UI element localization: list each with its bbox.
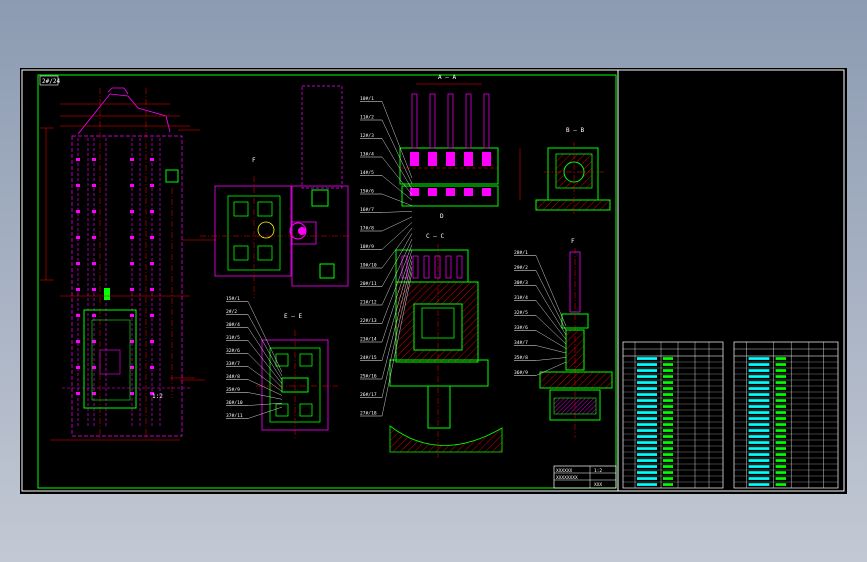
callout-label: 2#/2	[226, 309, 237, 315]
view-f-label: F	[252, 157, 256, 164]
callout-label: 16#/7	[360, 207, 374, 213]
callout-label: 21#/12	[360, 300, 377, 306]
section-a-label: A — A	[438, 74, 456, 81]
callout-leader	[535, 270, 567, 331]
callout-leader	[381, 175, 413, 201]
bom-table-1	[622, 341, 724, 489]
right-assembly-view: F	[539, 238, 613, 438]
title-block: XXXXXX XXXXXXXX 1:2 XXX	[553, 465, 617, 489]
mid-callout-list: 10#/1 11#/2 12#/3 13#/4 14#/5 15#/6 16#/7 17#/8…	[360, 96, 413, 417]
callout-leader	[247, 366, 283, 392]
callout-leader	[247, 314, 283, 376]
callout-label: 17#/8	[360, 226, 374, 232]
title-block-line1: XXXXXX	[556, 468, 573, 474]
callout-label: 29#/2	[514, 265, 528, 271]
callout-label: 20#/11	[360, 281, 377, 287]
callout-label: 37#/11	[226, 413, 243, 419]
callout-leader	[535, 285, 567, 336]
callout-label: 12#/3	[360, 133, 374, 139]
callout-label: 26#/17	[360, 392, 377, 398]
section-b-label: B — B	[566, 127, 584, 134]
callout-label: 30#/3	[514, 280, 528, 286]
callout-label: 32#/6	[226, 348, 240, 354]
left-callout-list: 15#/1 2#/2 30#/4 31#/5 32#/6 33#/7 34#/8 35#/9 3…	[226, 296, 283, 419]
callout-leader	[247, 353, 283, 388]
callout-leader	[381, 211, 413, 213]
callout-label: 31#/4	[514, 295, 528, 301]
callout-leader	[535, 255, 567, 327]
title-block-sheet: XXX	[594, 482, 602, 488]
view-f-plan: F	[200, 85, 350, 298]
callout-label: 36#/9	[514, 370, 528, 376]
callout-label: 35#/8	[514, 355, 528, 361]
section-e-label: E — E	[284, 313, 302, 320]
callout-label: 11#/2	[360, 115, 374, 121]
right-callout-list: 28#/1 29#/2 30#/3 31#/4 32#/5 33#/6 34#/7 35#/8…	[514, 250, 567, 376]
callout-label: 22#/13	[360, 318, 377, 324]
callout-label: 32#/5	[514, 310, 528, 316]
left-assembly-view: 1:2	[40, 87, 216, 441]
section-c-label: C — C	[426, 233, 444, 240]
callout-leader	[381, 138, 413, 190]
callout-leader	[247, 340, 283, 384]
svg-text:1:2: 1:2	[152, 393, 163, 400]
corner-tag: 2#/24	[42, 78, 60, 85]
section-a-view: A — A D	[399, 74, 499, 220]
callout-label: 25#/16	[360, 374, 377, 380]
callout-label: 36#/10	[226, 400, 243, 406]
callout-leader	[381, 222, 413, 250]
callout-label: 28#/1	[514, 250, 528, 256]
callout-label: 19#/10	[360, 263, 377, 269]
callout-leader	[247, 392, 283, 400]
callout-label: 23#/14	[360, 337, 377, 343]
section-e-view: E — E	[256, 313, 338, 438]
callout-leader	[381, 119, 413, 184]
title-block-scale: 1:2	[594, 468, 602, 474]
title-block-line2: XXXXXXXX	[556, 475, 578, 481]
callout-label: 33#/7	[226, 361, 240, 367]
callout-label: 34#/8	[226, 374, 240, 380]
svg-text:F: F	[571, 238, 575, 245]
callout-leader	[535, 357, 567, 361]
callout-label: 14#/5	[360, 170, 374, 176]
callout-leader	[247, 406, 283, 419]
callout-label: 34#/7	[514, 340, 528, 346]
callout-label: 15#/6	[360, 189, 374, 195]
callout-leader	[381, 227, 413, 269]
section-c-view: C — C	[389, 233, 503, 458]
main-sheet-frame	[37, 74, 617, 489]
callout-leader	[535, 345, 567, 354]
callout-leader	[247, 379, 283, 396]
section-b-view: B — B	[519, 127, 611, 216]
callout-leader	[381, 193, 413, 206]
callout-label: 31#/5	[226, 335, 240, 341]
cad-model-space[interactable]: 2#/24 1:2 F E — E 15#/1 2#/2 30#/4 31#/5…	[20, 68, 847, 494]
callout-label: 15#/1	[226, 296, 240, 302]
callout-label: 27#/18	[360, 411, 377, 417]
callout-label: 18#/9	[360, 244, 374, 250]
callout-label: 35#/9	[226, 387, 240, 393]
callout-label: 30#/4	[226, 322, 240, 328]
callout-leader	[247, 301, 283, 373]
cad-drawing: 2#/24 1:2 F E — E 15#/12#/230#/431#/532#…	[21, 69, 845, 492]
callout-label: 13#/4	[360, 152, 374, 158]
callout-label: 33#/6	[514, 325, 528, 331]
bom-table-2	[733, 341, 839, 489]
callout-label: 10#/1	[360, 96, 374, 102]
callout-leader	[381, 156, 413, 195]
callout-leader	[381, 216, 413, 232]
view-d-label: D	[440, 213, 444, 220]
callout-leader	[381, 101, 413, 179]
callout-label: 24#/15	[360, 355, 377, 361]
